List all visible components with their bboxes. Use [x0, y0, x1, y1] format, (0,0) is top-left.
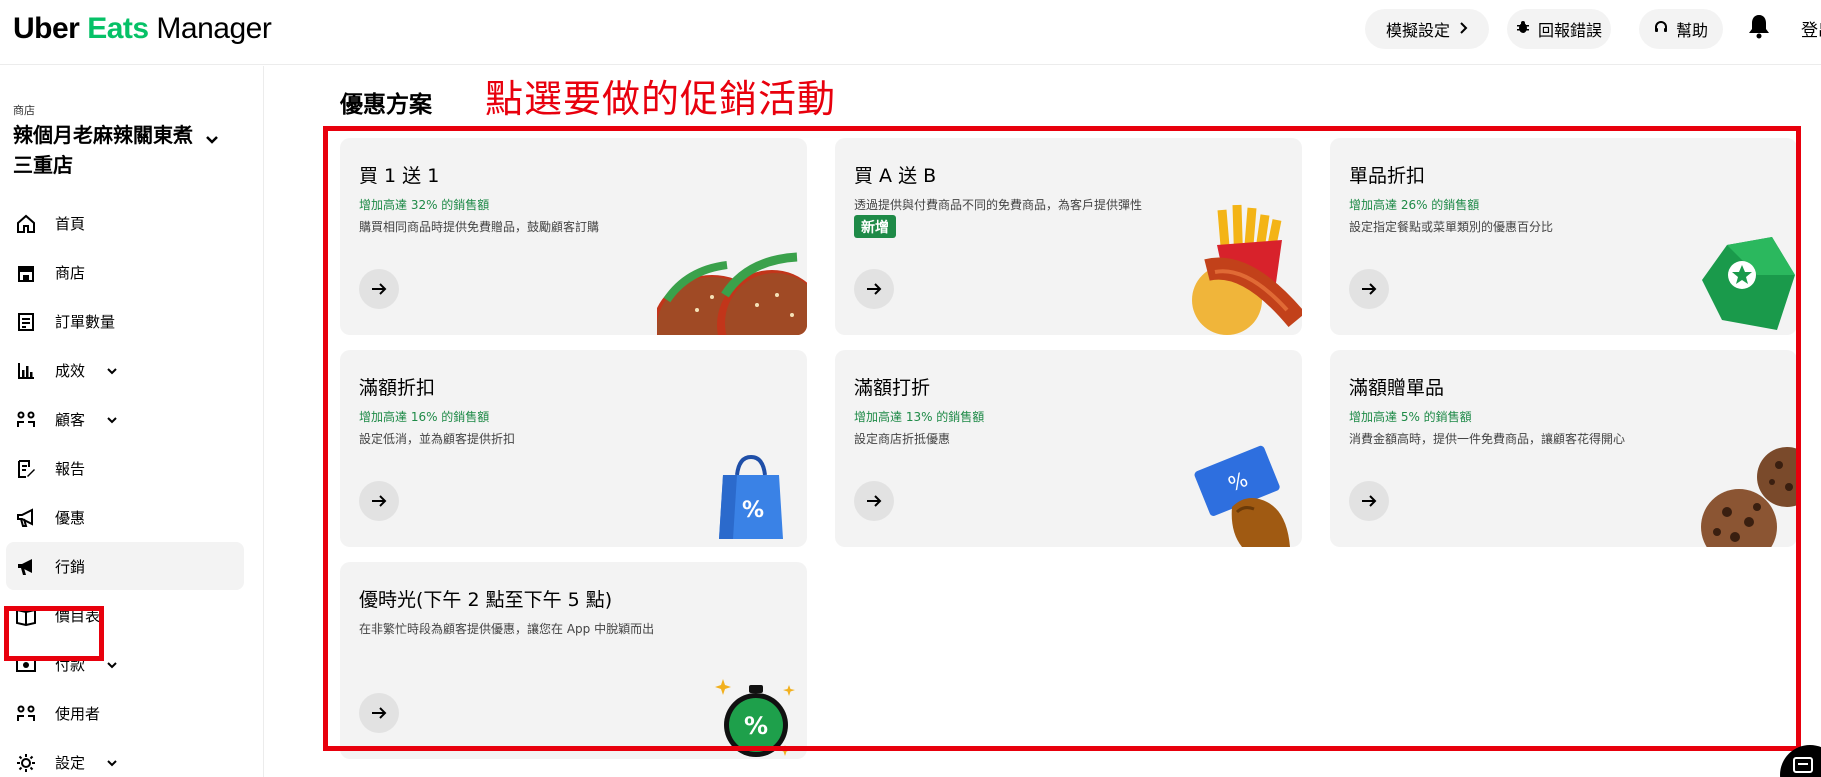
logout-link[interactable]: 登出 — [1801, 16, 1821, 41]
offer-card-spend-free-item[interactable]: 滿額贈單品 增加高達 5% 的銷售額 消費金額高時，提供一件免費商品，讓顧客花得… — [1330, 350, 1797, 547]
customers-icon — [15, 409, 37, 431]
sidebar-item-users[interactable]: 使用者 — [6, 689, 244, 737]
arrow-right-icon[interactable] — [1349, 269, 1389, 309]
sidebar-item-menu[interactable]: 價目表 — [6, 591, 244, 639]
sidebar-item-store[interactable]: 商店 — [6, 248, 244, 296]
sidebar-item-payment[interactable]: 付款 — [6, 640, 244, 688]
chevron-down-icon[interactable] — [204, 132, 222, 150]
annotation-text: 點選要做的促銷活動 — [485, 77, 837, 121]
sidebar-item-settings[interactable]: 設定 — [6, 738, 244, 777]
card-description: 透過提供與付費商品不同的免費商品，為客戶提供彈性 — [854, 198, 1143, 212]
chevron-down-icon — [106, 362, 120, 376]
notification-bell-icon[interactable] — [1748, 13, 1772, 41]
card-subtitle: 增加高達 5% 的銷售額 — [1349, 410, 1472, 424]
chevron-down-icon — [106, 754, 120, 768]
arrow-right-icon[interactable] — [359, 481, 399, 521]
shopping-bag-illustration: % — [719, 455, 783, 539]
hotdog-fries-illustration — [1192, 204, 1302, 335]
users-icon — [15, 703, 37, 725]
offer-card-spend-percent-off[interactable]: 滿額打折 增加高達 13% 的銷售額 設定商店折抵優惠 % — [835, 350, 1302, 547]
cookies-illustration — [1701, 447, 1797, 547]
card-title: 買 1 送 1 — [359, 165, 440, 187]
store-label: 商店 — [13, 104, 35, 117]
sidebar-item-offers[interactable]: 優惠 — [6, 493, 244, 541]
sidebar-item-report[interactable]: 報告 — [6, 444, 244, 492]
card-description: 購買相同商品時提供免費贈品，鼓勵顧客訂購 — [359, 220, 600, 234]
card-title: 滿額折扣 — [359, 377, 436, 399]
simulate-settings-button[interactable]: 模擬設定 — [1365, 9, 1489, 49]
top-bar: Uber Eats Manager 模擬設定 回報錯誤 幫助 登出 — [0, 0, 1821, 65]
uber-eats-manager-logo[interactable]: Uber Eats Manager — [13, 12, 272, 46]
price-tag-illustration — [1702, 237, 1795, 330]
card-subtitle: 增加高達 16% 的銷售額 — [359, 410, 490, 424]
arrow-right-icon[interactable] — [359, 269, 399, 309]
sidebar-item-orders[interactable]: 訂單數量 — [6, 297, 244, 345]
offer-card-item-discount[interactable]: 單品折扣 增加高達 26% 的銷售額 設定指定餐點或菜單類別的優惠百分比 — [1330, 138, 1797, 335]
report-bug-label: 回報錯誤 — [1537, 21, 1602, 40]
orders-icon — [15, 311, 37, 333]
home-icon — [15, 213, 37, 235]
card-description: 消費金額高時，提供一件免費商品，讓顧客花得開心 — [1349, 432, 1626, 446]
card-subtitle: 增加高達 32% 的銷售額 — [359, 198, 490, 212]
burger-illustration — [657, 252, 807, 335]
card-title: 買 A 送 B — [854, 165, 937, 187]
report-bug-button[interactable]: 回報錯誤 — [1507, 9, 1611, 49]
chat-button[interactable] — [1780, 745, 1821, 777]
offer-card-spend-discount[interactable]: 滿額折扣 增加高達 16% 的銷售額 設定低消，並為顧客提供折扣 % — [340, 350, 807, 547]
report-icon — [15, 458, 37, 480]
gear-icon — [15, 752, 37, 774]
card-description: 設定指定餐點或菜單類別的優惠百分比 — [1349, 220, 1554, 234]
offer-card-happy-hour[interactable]: 優時光(下午 2 點至下午 5 點) 在非繁忙時段為顧客提供優惠，讓您在 App… — [340, 562, 807, 759]
card-title: 單品折扣 — [1349, 165, 1426, 187]
bar-chart-icon — [15, 360, 37, 382]
arrow-right-icon[interactable] — [854, 269, 894, 309]
megaphone-icon — [15, 507, 37, 529]
card-subtitle: 增加高達 13% 的銷售額 — [854, 410, 985, 424]
help-button[interactable]: 幫助 — [1639, 9, 1723, 49]
svg-text:%: % — [744, 712, 768, 740]
card-title: 優時光(下午 2 點至下午 5 點) — [359, 589, 613, 611]
sidebar-item-customers[interactable]: 顧客 — [6, 395, 244, 443]
store-icon — [15, 262, 37, 284]
page-title: 優惠方案 — [340, 92, 432, 118]
chevron-down-icon — [106, 411, 120, 425]
chevron-right-icon — [1458, 20, 1468, 38]
card-title: 滿額贈單品 — [1349, 377, 1445, 399]
sidebar-item-performance[interactable]: 成效 — [6, 346, 244, 394]
new-badge: 新增 — [854, 215, 896, 238]
stopwatch-illustration: % — [715, 679, 795, 757]
book-icon — [15, 605, 37, 627]
card-description: 在非繁忙時段為顧客提供優惠，讓您在 App 中脫穎而出 — [359, 622, 655, 636]
arrow-right-icon[interactable] — [359, 693, 399, 733]
store-name[interactable]: 辣個月老麻辣關東煮 三重店 — [13, 120, 203, 180]
sidebar-item-marketing[interactable]: 行銷 — [6, 542, 244, 590]
arrow-right-icon[interactable] — [1349, 481, 1389, 521]
offer-card-buy-a-get-b[interactable]: 買 A 送 B 透過提供與付費商品不同的免費商品，為客戶提供彈性 新增 — [835, 138, 1302, 335]
sidebar: 商店 辣個月老麻辣關東煮 三重店 首頁 商店 訂單數量 成效 顧客 報告 優惠 … — [0, 66, 264, 777]
sidebar-item-home[interactable]: 首頁 — [6, 199, 244, 247]
payment-icon — [15, 654, 37, 676]
chevron-down-icon — [106, 656, 120, 670]
card-title: 滿額打折 — [854, 377, 931, 399]
arrow-right-icon[interactable] — [854, 481, 894, 521]
headset-icon — [1654, 20, 1668, 38]
simulate-settings-label: 模擬設定 — [1385, 21, 1450, 40]
card-description: 設定商店折抵優惠 — [854, 432, 951, 446]
discount-card-hand-illustration: % — [1194, 445, 1290, 547]
megaphone-filled-icon — [15, 556, 37, 578]
chat-icon — [1793, 757, 1813, 773]
svg-text:%: % — [742, 498, 764, 523]
card-description: 設定低消，並為顧客提供折扣 — [359, 432, 516, 446]
card-subtitle: 增加高達 26% 的銷售額 — [1349, 198, 1480, 212]
offer-card-bogo[interactable]: 買 1 送 1 增加高達 32% 的銷售額 購買相同商品時提供免費贈品，鼓勵顧客… — [340, 138, 807, 335]
bug-icon — [1516, 20, 1530, 38]
help-label: 幫助 — [1675, 21, 1708, 40]
